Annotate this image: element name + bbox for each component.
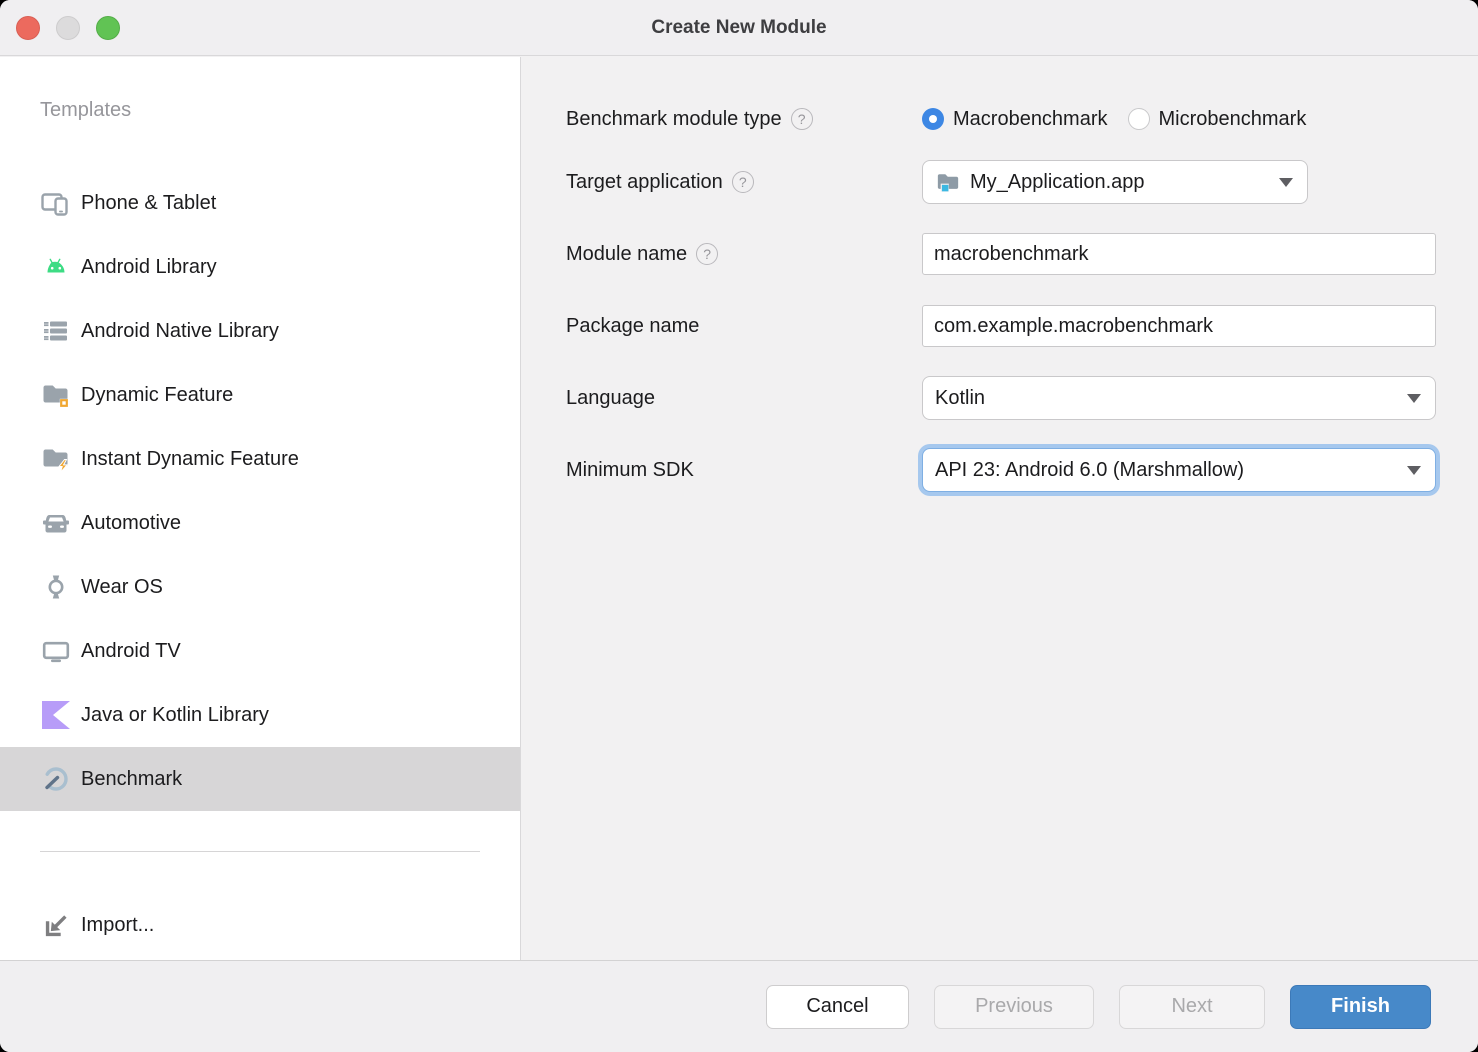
tv-icon [40, 635, 72, 667]
title-bar: Create New Module [0, 0, 1478, 56]
package-name-input[interactable] [922, 305, 1436, 347]
android-head-icon [40, 251, 72, 283]
sidebar-item-benchmark[interactable]: Benchmark [0, 747, 520, 811]
window-title: Create New Module [0, 0, 1478, 56]
minimum-sdk-dropdown[interactable]: API 23: Android 6.0 (Marshmallow) [922, 448, 1436, 492]
sidebar-item-instant-dynamic-feature[interactable]: Instant Dynamic Feature [0, 427, 520, 491]
sidebar-item-label: Dynamic Feature [81, 384, 233, 407]
benchmark-gauge-icon [40, 763, 72, 795]
benchmark-module-type-label: Benchmark module type [566, 108, 782, 131]
sidebar-item-import[interactable]: Import... [0, 893, 520, 957]
chevron-down-icon [1407, 466, 1421, 475]
sidebar-item-wear-os[interactable]: Wear OS [0, 555, 520, 619]
previous-button[interactable]: Previous [934, 985, 1094, 1029]
target-application-label: Target application [566, 171, 723, 194]
sidebar-item-label: Phone & Tablet [81, 192, 216, 215]
module-form-panel: Benchmark module type ? Macrobenchmark M… [522, 57, 1478, 960]
sidebar-item-label: Android Native Library [81, 320, 279, 343]
sidebar-item-label: Instant Dynamic Feature [81, 448, 299, 471]
minimum-sdk-label: Minimum SDK [566, 459, 694, 482]
help-icon[interactable]: ? [791, 108, 813, 130]
sidebar-item-phone-tablet[interactable]: Phone & Tablet [0, 171, 520, 235]
macrobenchmark-radio-option[interactable]: Macrobenchmark [922, 108, 1108, 131]
language-label: Language [566, 387, 655, 410]
chevron-down-icon [1407, 394, 1421, 403]
sidebar-item-label: Android Library [81, 256, 217, 279]
folder-bolt-icon [40, 443, 72, 475]
create-new-module-dialog: Create New Module Templates Phone & Tabl… [0, 0, 1478, 1052]
sidebar-item-android-library[interactable]: Android Library [0, 235, 520, 299]
help-icon[interactable]: ? [732, 171, 754, 193]
target-application-dropdown[interactable]: My_Application.app [922, 160, 1308, 204]
close-button[interactable] [16, 16, 40, 40]
module-name-row: Module name ? [566, 232, 1438, 276]
language-value: Kotlin [935, 387, 1398, 410]
benchmark-module-type-row: Benchmark module type ? Macrobenchmark M… [566, 97, 1438, 141]
sidebar-item-label: Automotive [81, 512, 181, 535]
car-icon [40, 507, 72, 539]
sidebar-item-label: Benchmark [81, 768, 182, 791]
templates-sidebar: Templates Phone & Tablet [0, 57, 521, 960]
sidebar-item-dynamic-feature[interactable]: Dynamic Feature [0, 363, 520, 427]
traffic-lights [16, 16, 120, 40]
minimize-button[interactable] [56, 16, 80, 40]
kotlin-icon [40, 699, 72, 731]
radio-unselected-icon[interactable] [1128, 108, 1150, 130]
sidebar-item-label: Android TV [81, 640, 181, 663]
import-label: Import... [81, 914, 154, 937]
chevron-down-icon [1279, 178, 1293, 187]
sidebar-item-automotive[interactable]: Automotive [0, 491, 520, 555]
sidebar-item-label: Wear OS [81, 576, 163, 599]
radio-selected-icon[interactable] [922, 108, 944, 130]
microbenchmark-radio-label: Microbenchmark [1159, 108, 1307, 131]
macrobenchmark-radio-label: Macrobenchmark [953, 108, 1108, 131]
watch-icon [40, 571, 72, 603]
language-dropdown[interactable]: Kotlin [922, 376, 1436, 420]
cancel-button[interactable]: Cancel [766, 985, 909, 1029]
language-row: Language Kotlin [566, 376, 1438, 420]
minimum-sdk-value: API 23: Android 6.0 (Marshmallow) [935, 459, 1398, 482]
next-button[interactable]: Next [1119, 985, 1265, 1029]
finish-button[interactable]: Finish [1290, 985, 1431, 1029]
dialog-footer: Cancel Previous Next Finish [0, 960, 1478, 1052]
phone-tablet-icon [40, 187, 72, 219]
help-icon[interactable]: ? [696, 243, 718, 265]
module-name-input[interactable] [922, 233, 1436, 275]
app-module-icon [935, 169, 961, 195]
benchmark-type-radio-group: Macrobenchmark Microbenchmark [922, 108, 1306, 131]
import-icon [40, 909, 72, 941]
package-name-label: Package name [566, 315, 699, 338]
templates-list: Phone & Tablet Android Library [0, 171, 520, 811]
templates-header: Templates [40, 99, 131, 122]
zoom-button[interactable] [96, 16, 120, 40]
sidebar-item-android-native-library[interactable]: Android Native Library [0, 299, 520, 363]
target-application-value: My_Application.app [970, 171, 1270, 194]
native-chip-icon [40, 315, 72, 347]
folder-square-icon [40, 379, 72, 411]
sidebar-item-java-kotlin-library[interactable]: Java or Kotlin Library [0, 683, 520, 747]
sidebar-item-label: Java or Kotlin Library [81, 704, 269, 727]
package-name-row: Package name [566, 304, 1438, 348]
microbenchmark-radio-option[interactable]: Microbenchmark [1128, 108, 1307, 131]
minimum-sdk-row: Minimum SDK API 23: Android 6.0 (Marshma… [566, 448, 1438, 492]
module-name-label: Module name [566, 243, 687, 266]
target-application-row: Target application ? My_Application.app [566, 160, 1438, 204]
sidebar-divider [40, 851, 480, 852]
sidebar-item-android-tv[interactable]: Android TV [0, 619, 520, 683]
